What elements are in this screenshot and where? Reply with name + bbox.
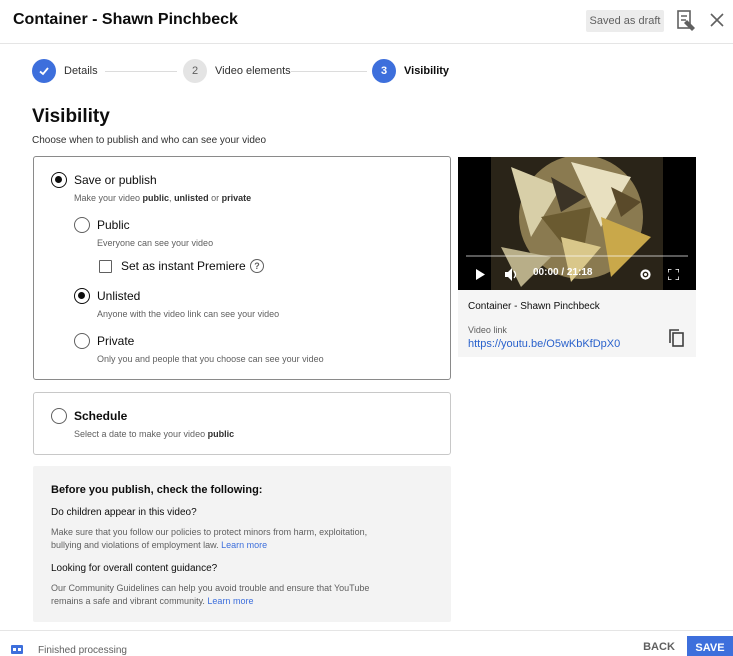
feedback-icon[interactable]	[675, 9, 697, 33]
settings-icon[interactable]	[639, 268, 652, 281]
step-visibility[interactable]: 3 Visibility	[372, 59, 449, 83]
instant-premiere-label: Set as instant Premiere	[121, 259, 246, 273]
step-details[interactable]: Details	[32, 59, 98, 83]
save-button[interactable]: SAVE	[687, 636, 733, 656]
video-player[interactable]: 00:00 / 21:18	[458, 157, 696, 290]
public-desc: Everyone can see your video	[97, 238, 214, 248]
video-link-label: Video link	[468, 325, 507, 335]
private-radio[interactable]	[74, 333, 90, 349]
public-label: Public	[97, 218, 130, 232]
video-time: 00:00 / 21:18	[533, 267, 593, 278]
step-video-elements[interactable]: 2 Video elements	[183, 59, 291, 83]
unlisted-desc: Anyone with the video link can see your …	[97, 309, 280, 319]
unlisted-radio[interactable]	[74, 288, 90, 304]
schedule-card[interactable]: Schedule Select a date to make your vide…	[33, 392, 451, 455]
help-icon[interactable]: ?	[250, 259, 264, 273]
save-or-publish-radio[interactable]	[51, 172, 67, 188]
private-desc: Only you and people that you choose can …	[97, 354, 324, 364]
save-or-publish-desc: Make your video public, unlisted or priv…	[74, 193, 252, 203]
children-text: Make sure that you follow our policies t…	[51, 527, 368, 550]
schedule-desc: Select a date to make your video public	[74, 429, 235, 439]
fullscreen-icon[interactable]	[668, 269, 679, 280]
section-subtitle: Choose when to publish and who can see y…	[32, 135, 267, 146]
step-label: Visibility	[404, 65, 450, 77]
processing-status: Finished processing	[38, 645, 127, 656]
save-or-publish-title: Save or publish	[74, 173, 157, 187]
save-or-publish-card[interactable]: Save or publish Make your video public, …	[33, 156, 451, 380]
stepper-connector	[291, 71, 367, 72]
video-preview-card: 00:00 / 21:18 Container - Shawn Pinchbec…	[458, 157, 696, 357]
copy-icon[interactable]	[668, 329, 684, 347]
children-question: Do children appear in this video?	[51, 507, 197, 518]
section-title: Visibility	[32, 106, 110, 127]
learn-more-link[interactable]: Learn more	[221, 540, 267, 550]
video-link[interactable]: https://youtu.be/O5wKbKfDpX0	[468, 338, 620, 350]
step-number: 2	[183, 59, 207, 83]
check-icon	[32, 59, 56, 83]
unlisted-label: Unlisted	[97, 289, 141, 303]
checklist-title: Before you publish, check the following:	[51, 484, 263, 496]
learn-more-link[interactable]: Learn more	[207, 596, 253, 606]
close-icon[interactable]	[707, 10, 727, 30]
public-radio[interactable]	[74, 217, 90, 233]
guidance-question: Looking for overall content guidance?	[51, 563, 218, 574]
schedule-title: Schedule	[74, 409, 128, 423]
step-label: Video elements	[215, 65, 291, 77]
pre-publish-checklist: Before you publish, check the following:…	[33, 466, 451, 622]
guidance-text: Our Community Guidelines can help you av…	[51, 583, 370, 606]
video-title: Container - Shawn Pinchbeck	[468, 301, 600, 312]
stepper-connector	[105, 71, 177, 72]
dialog-header: Container - Shawn Pinchbeck Saved as dra…	[0, 0, 733, 44]
dialog-title: Container - Shawn Pinchbeck	[13, 11, 238, 28]
private-label: Private	[97, 334, 135, 348]
back-button[interactable]: BACK	[636, 641, 682, 656]
schedule-radio[interactable]	[51, 408, 67, 424]
instant-premiere-checkbox[interactable]	[99, 260, 112, 273]
volume-icon[interactable]	[504, 268, 520, 281]
video-progress-bar[interactable]	[466, 255, 688, 257]
processing-icon	[11, 645, 23, 654]
draft-status-badge: Saved as draft	[586, 10, 664, 32]
step-number: 3	[372, 59, 396, 83]
upload-stepper: Details 2 Video elements 3 Visibility	[0, 44, 733, 100]
play-icon[interactable]	[475, 269, 485, 280]
step-label: Details	[64, 65, 98, 77]
